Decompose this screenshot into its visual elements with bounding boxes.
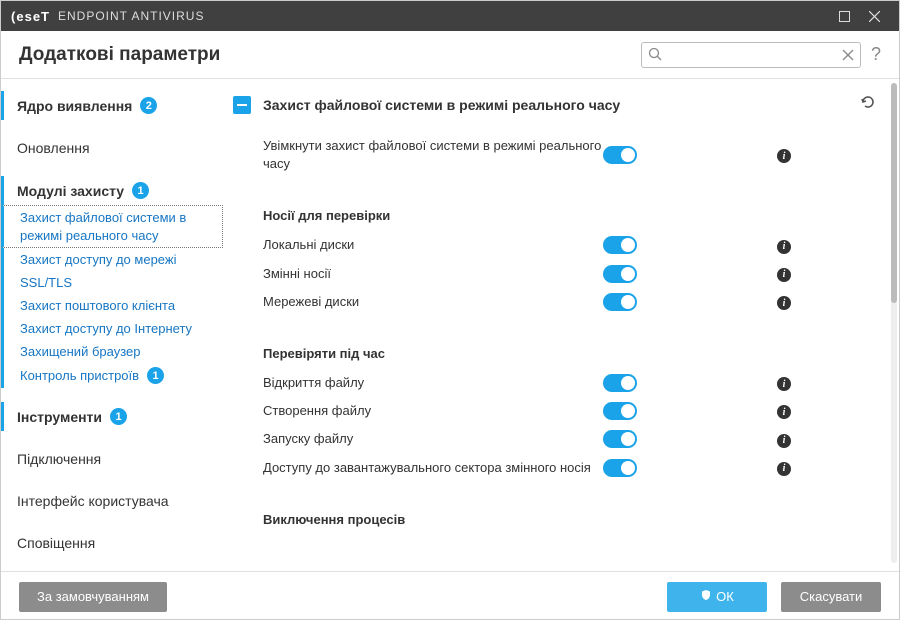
boot-sector-toggle[interactable] [603,459,637,477]
sidebar-item-tools[interactable]: Інструменти1 [1,402,223,431]
help-button[interactable]: ? [871,44,881,65]
section-title: Захист файлової системи в режимі реально… [263,97,859,113]
scan-on-heading: Перевіряти під час [233,338,877,369]
badge: 1 [132,182,149,199]
cancel-button[interactable]: Скасувати [781,582,881,612]
sidebar-item-protection-modules[interactable]: Модулі захисту1 [1,176,223,205]
network-drives-toggle[interactable] [603,293,637,311]
removable-media-label: Змінні носії [263,265,603,283]
sidebar-sub-secure-browser[interactable]: Захищений браузер [1,340,223,363]
scrollbar[interactable] [891,83,897,563]
defaults-button[interactable]: За замовчуванням [19,582,167,612]
process-exclusions-heading: Виключення процесів [233,504,877,535]
sidebar-item-connection[interactable]: Підключення [1,445,223,473]
info-icon[interactable]: i [777,268,791,282]
info-icon[interactable]: i [777,434,791,448]
sidebar-sub-web-access[interactable]: Захист доступу до Інтернету [1,317,223,340]
sidebar-item-update[interactable]: Оновлення [1,134,223,162]
main-panel: Захист файлової системи в режимі реально… [223,79,899,571]
collapse-button[interactable] [233,96,251,114]
sidebar-sub-network-access[interactable]: Захист доступу до мережі [1,248,223,271]
sidebar-sub-device-control[interactable]: Контроль пристроїв1 [1,363,223,388]
file-open-toggle[interactable] [603,374,637,392]
brand-logo: (eseT [11,9,50,24]
badge: 1 [110,408,127,425]
ok-button[interactable]: ОК [667,582,767,612]
file-open-label: Відкриття файлу [263,374,603,392]
media-to-scan-heading: Носії для перевірки [233,200,877,231]
file-create-toggle[interactable] [603,402,637,420]
undo-button[interactable] [859,93,877,116]
info-icon[interactable]: i [777,405,791,419]
info-icon[interactable]: i [777,377,791,391]
sidebar-sub-email-client[interactable]: Захист поштового клієнта [1,294,223,317]
network-drives-label: Мережеві диски [263,293,603,311]
enable-realtime-toggle[interactable] [603,146,637,164]
search-icon [648,47,662,66]
sidebar-item-detection-engine[interactable]: Ядро виявлення2 [1,91,223,120]
scrollbar-thumb[interactable] [891,83,897,303]
sidebar-sub-realtime-fs[interactable]: Захист файлової системи в режимі реально… [1,205,223,248]
info-icon[interactable]: i [777,296,791,310]
search-box[interactable] [641,42,861,68]
page-title: Додаткові параметри [19,44,220,66]
badge: 1 [147,367,164,384]
info-icon[interactable]: i [777,240,791,254]
enable-realtime-label: Увімкнути захист файлової системи в режи… [263,137,603,173]
sidebar-sub-ssl-tls[interactable]: SSL/TLS [1,271,223,294]
local-drives-toggle[interactable] [603,236,637,254]
info-icon[interactable]: i [777,149,791,163]
boot-sector-label: Доступу до завантажувального сектора змі… [263,459,603,477]
footer: За замовчуванням ОК Скасувати [1,571,899,621]
local-drives-label: Локальні диски [263,236,603,254]
product-name: ENDPOINT ANTIVIRUS [58,9,204,23]
close-button[interactable] [859,1,889,31]
sidebar-item-notifications[interactable]: Сповіщення [1,529,223,557]
maximize-button[interactable] [829,1,859,31]
minus-icon [237,104,247,106]
titlebar: (eseT ENDPOINT ANTIVIRUS [1,1,899,31]
header: Додаткові параметри ? [1,31,899,79]
removable-media-toggle[interactable] [603,265,637,283]
file-execute-toggle[interactable] [603,430,637,448]
shield-icon [700,589,712,604]
clear-search-icon[interactable] [842,48,854,66]
info-icon[interactable]: i [777,462,791,476]
sidebar: Ядро виявлення2 Оновлення Модулі захисту… [1,79,223,571]
file-create-label: Створення файлу [263,402,603,420]
file-execute-label: Запуску файлу [263,430,603,448]
badge: 2 [140,97,157,114]
sidebar-item-ui[interactable]: Інтерфейс користувача [1,487,223,515]
search-input[interactable] [668,48,836,62]
